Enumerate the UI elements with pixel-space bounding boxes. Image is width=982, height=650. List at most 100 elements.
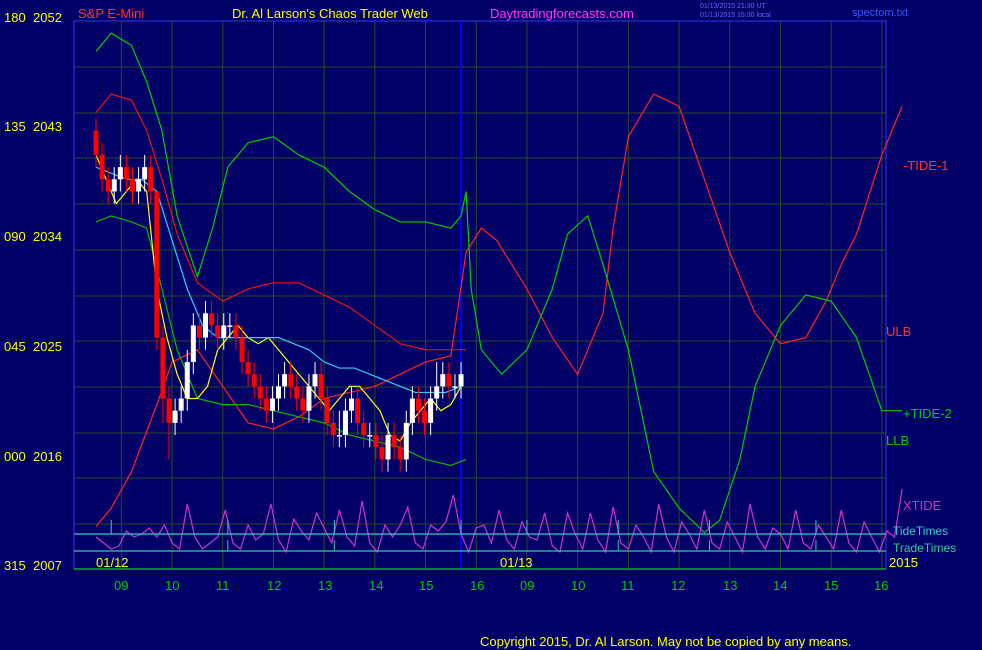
x-hour-tick: 09 xyxy=(114,578,128,593)
site-link[interactable]: Daytradingforecasts.com xyxy=(490,6,634,21)
x-hour-tick: 15 xyxy=(419,578,433,593)
x-hour-tick: 11 xyxy=(621,578,635,593)
price-bar xyxy=(282,374,288,387)
timestamp-local: 01/13/2015 15:30 local xyxy=(700,12,771,19)
price-bar xyxy=(422,410,428,423)
price-bar xyxy=(136,179,142,192)
chart-title: Dr. Al Larson's Chaos Trader Web xyxy=(232,6,428,21)
price-bar xyxy=(361,422,367,436)
price-bar xyxy=(263,398,269,411)
timestamp-ut: 01/13/2015 21:30 UT xyxy=(700,3,766,10)
price-bar xyxy=(300,398,306,411)
price-bar xyxy=(178,398,184,411)
price-bar xyxy=(342,410,348,436)
legend-tide2: +TIDE-2 xyxy=(903,406,952,421)
y-left-tick: 180 xyxy=(4,10,26,25)
x-hour-tick: 12 xyxy=(671,578,685,593)
price-bar xyxy=(190,325,196,362)
x-hour-tick: 16 xyxy=(874,578,888,593)
y-price-tick: 2025 xyxy=(33,339,62,354)
price-bar xyxy=(440,374,446,387)
price-bar xyxy=(415,398,421,411)
price-bar xyxy=(318,374,324,399)
y-left-tick: 315 xyxy=(4,558,26,573)
price-bar xyxy=(373,435,379,448)
data-file-label: spectom.txt xyxy=(852,7,908,19)
y-left-tick: 000 xyxy=(4,449,26,464)
price-bar xyxy=(166,398,172,423)
price-bar xyxy=(209,313,215,326)
legend-tide1: -TIDE-1 xyxy=(903,158,949,173)
x-hour-tick: 10 xyxy=(571,578,585,593)
chaos-trader-chart: S&P E-Mini Dr. Al Larson's Chaos Trader … xyxy=(0,0,982,650)
price-bar xyxy=(99,154,105,180)
price-bar xyxy=(452,386,458,388)
price-bar xyxy=(142,167,148,180)
price-bar xyxy=(148,167,154,192)
price-bar xyxy=(93,130,99,155)
price-bar xyxy=(446,374,452,387)
price-bar xyxy=(458,374,464,387)
price-bar xyxy=(276,386,282,399)
price-bar xyxy=(330,422,336,436)
price-bar xyxy=(117,167,123,180)
price-bar xyxy=(105,179,111,192)
year-label: 2015 xyxy=(889,555,918,570)
price-bar xyxy=(409,398,415,423)
price-bar xyxy=(397,447,403,460)
price-bar xyxy=(391,435,397,448)
price-bar xyxy=(154,191,160,338)
x-hour-tick: 14 xyxy=(369,578,383,593)
symbol-label: S&P E-Mini xyxy=(78,6,144,21)
y-price-tick: 2043 xyxy=(33,119,62,134)
x-hour-tick: 09 xyxy=(520,578,534,593)
price-bar xyxy=(312,374,318,387)
price-bar xyxy=(221,325,227,338)
price-bar xyxy=(434,386,440,399)
y-price-tick: 2016 xyxy=(33,449,62,464)
price-bar xyxy=(294,386,300,399)
price-bar xyxy=(227,325,233,327)
price-bar xyxy=(251,374,257,387)
copyright-notice: Copyright 2015, Dr. Al Larson. May not b… xyxy=(480,634,851,649)
price-bar xyxy=(257,386,263,399)
date-label-0113: 01/13 xyxy=(500,555,533,570)
price-bar xyxy=(123,167,129,180)
x-hour-tick: 13 xyxy=(723,578,737,593)
price-bar xyxy=(130,179,136,192)
legend-llb: LLB xyxy=(886,433,909,448)
x-hour-tick: 14 xyxy=(773,578,787,593)
chart-background xyxy=(0,0,982,650)
legend-tidetimes: TideTimes xyxy=(893,524,948,538)
price-bar xyxy=(111,179,117,192)
x-hour-tick: 12 xyxy=(267,578,281,593)
price-bar xyxy=(245,361,251,375)
price-bar xyxy=(349,398,355,411)
price-bar xyxy=(428,398,434,423)
y-price-tick: 2007 xyxy=(33,558,62,573)
price-bar xyxy=(336,435,342,437)
price-bar xyxy=(215,325,221,338)
x-hour-tick: 15 xyxy=(824,578,838,593)
y-price-tick: 2034 xyxy=(33,229,62,244)
price-bar xyxy=(306,386,312,411)
price-bar xyxy=(239,337,245,362)
price-bar xyxy=(288,374,294,387)
y-left-tick: 045 xyxy=(4,339,26,354)
price-bar xyxy=(324,398,330,423)
price-bar xyxy=(196,325,202,338)
x-hour-tick: 16 xyxy=(470,578,484,593)
date-label-0112: 01/12 xyxy=(96,555,129,570)
x-hour-tick: 10 xyxy=(165,578,179,593)
price-bar xyxy=(403,422,409,460)
x-hour-tick: 13 xyxy=(318,578,332,593)
legend-tradetimes: TradeTimes xyxy=(893,541,956,555)
price-bar xyxy=(172,410,178,423)
legend-ulb: ULB xyxy=(886,324,911,339)
y-left-tick: 090 xyxy=(4,229,26,244)
price-bar xyxy=(160,337,166,399)
price-bar xyxy=(233,325,239,338)
x-hour-tick: 11 xyxy=(216,578,230,593)
price-bar xyxy=(184,361,190,399)
price-bar xyxy=(203,313,209,338)
